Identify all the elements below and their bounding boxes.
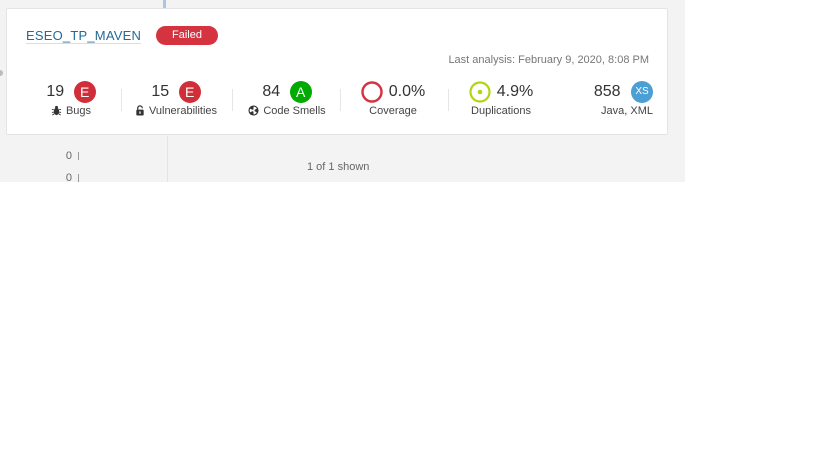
vulnerabilities-label: Vulnerabilities — [148, 105, 218, 117]
list-item: 0 — [60, 150, 100, 162]
measure-bugs[interactable]: 19 E Bugs — [31, 81, 111, 117]
measure-duplications[interactable]: 4.9% Duplications — [463, 81, 539, 117]
tick-mark — [78, 174, 79, 183]
last-analysis-date: Last analysis: February 9, 2020, 8:08 PM — [448, 54, 649, 66]
list-item: 0 — [60, 172, 100, 184]
vulnerabilities-rating-badge: E — [178, 81, 201, 103]
radiation-icon — [248, 105, 259, 116]
code-smells-label: Code Smells — [263, 105, 326, 117]
pane-splitter[interactable] — [163, 0, 166, 8]
project-card: ESEO_TP_MAVEN Failed Last analysis: Febr… — [6, 8, 668, 135]
measure-coverage[interactable]: 0.0% Coverage — [353, 81, 433, 117]
vulnerabilities-value: 15 — [151, 83, 170, 100]
duplications-ring-icon — [469, 81, 491, 103]
duplications-label: Duplications — [471, 105, 531, 117]
list-item-value: 0 — [65, 150, 72, 162]
code-smells-value: 84 — [262, 83, 281, 100]
measure-divider — [448, 89, 449, 111]
tick-mark — [78, 152, 79, 161]
languages-label: Java, XML — [601, 105, 653, 117]
measure-size[interactable]: 858 XS Java, XML — [583, 81, 653, 117]
bugs-rating-badge: E — [73, 81, 96, 103]
code-smells-rating-badge: A — [289, 81, 312, 103]
coverage-ring-icon — [361, 81, 383, 103]
coverage-label: Coverage — [369, 105, 417, 117]
bugs-label: Bugs — [65, 105, 92, 117]
duplications-value: 4.9% — [496, 83, 534, 100]
results-count: 1 of 1 shown — [307, 161, 370, 173]
bug-icon — [51, 105, 62, 116]
quality-gate-status-badge: Failed — [156, 26, 218, 45]
measure-divider — [232, 89, 233, 111]
list-item-value: 0 — [65, 172, 72, 184]
coverage-value: 0.0% — [388, 83, 426, 100]
left-pane: 0 0 — [0, 136, 168, 184]
project-name-link[interactable]: ESEO_TP_MAVEN — [26, 28, 142, 44]
measure-code-smells[interactable]: 84 A Code Smells — [245, 81, 329, 117]
measure-divider — [340, 89, 341, 111]
measure-vulnerabilities[interactable]: 15 E Vulnerabilities — [133, 81, 219, 117]
bugs-value: 19 — [46, 83, 65, 100]
size-rating-badge: XS — [631, 81, 653, 103]
size-value: 858 — [593, 83, 621, 100]
measure-divider — [121, 89, 122, 111]
lock-icon — [136, 105, 144, 116]
